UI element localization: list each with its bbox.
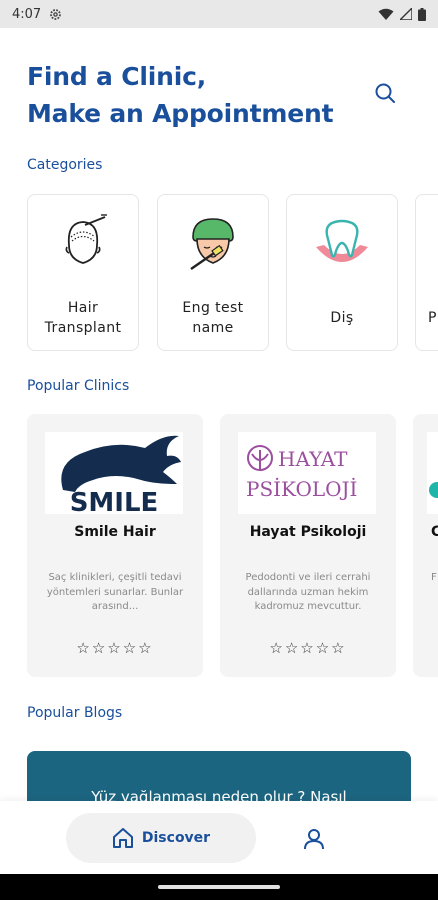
clinics-list[interactable]: SMILE Smile Hair Saç klinikleri, çeşitli… (27, 414, 438, 678)
clinic-logo-hayat-psikoloji: HAYAT PSİKOLOJİ (238, 432, 376, 514)
categories-heading: Categories (27, 157, 103, 173)
system-gesture-bar (0, 874, 438, 900)
clinic-name: Hayat Psikoloji (249, 524, 367, 540)
nav-discover-label: Discover (141, 830, 211, 846)
page-title-line-1: Find a Clinic, (27, 62, 206, 91)
smile-hair-logo: SMILE (61, 435, 181, 514)
clinic-description: Pedodonti ve ileri cerrahi dallarında uz… (245, 572, 371, 612)
status-bar: 4:07 (0, 0, 438, 28)
clinic-name: Smile Hair (74, 524, 156, 540)
signal-icon (400, 8, 412, 20)
clinic-card-smile-hair[interactable]: SMILE Smile Hair Saç klinikleri, çeşitli… (27, 414, 203, 677)
hayat-psikoloji-logo: HAYAT PSİKOLOJİ (246, 445, 357, 501)
rating-stars: ☆☆☆☆☆ (76, 639, 154, 657)
hair-transplant-icon (65, 214, 107, 264)
rating-stars: ☆☆☆☆☆ (269, 639, 347, 657)
category-label-line-1: Diş (330, 310, 354, 326)
hayat-logo-line-2: PSİKOLOJİ (246, 477, 357, 501)
category-label-line-1: Hair (67, 300, 99, 316)
clinic-logo-partial (427, 432, 438, 514)
category-label-line-1: Eng test (182, 300, 244, 316)
hayat-logo-line-1: HAYAT (278, 447, 348, 471)
nav-profile-button[interactable] (300, 825, 328, 853)
settings-gear-icon (50, 8, 62, 20)
category-partial[interactable]: P (415, 194, 438, 351)
clinic-logo-smile-hair: SMILE (45, 432, 183, 514)
category-label-line-1: P (428, 310, 437, 326)
search-button[interactable] (372, 80, 398, 106)
clinic-name: C (431, 524, 438, 540)
profile-icon (304, 829, 324, 850)
page-title-line-2: Make an Appointment (27, 99, 334, 128)
home-gesture-pill[interactable] (158, 885, 280, 889)
category-eng-test-name[interactable]: Eng test name (157, 194, 269, 351)
popular-clinics-heading: Popular Clinics (27, 378, 130, 394)
category-label-line-2: Transplant (44, 320, 122, 336)
categories-list[interactable]: Hair Transplant Eng test name Diş P (27, 194, 438, 352)
clinic-card-partial[interactable]: C F (413, 414, 438, 677)
battery-icon (418, 7, 426, 21)
home-icon (112, 828, 133, 848)
search-icon (375, 83, 395, 103)
tooth-icon (316, 219, 368, 262)
page-header: Find a Clinic, Make an Appointment (27, 58, 367, 132)
clinic-card-hayat-psikoloji[interactable]: HAYAT PSİKOLOJİ Hayat Psikoloji Pedodont… (220, 414, 396, 677)
bottom-navigation: Discover (0, 801, 438, 874)
category-dis[interactable]: Diş (286, 194, 398, 351)
smile-logo-text: SMILE (70, 488, 159, 514)
popular-blogs-heading: Popular Blogs (27, 705, 123, 721)
nav-discover-button[interactable]: Discover (66, 813, 256, 863)
category-label-line-2: name (192, 320, 234, 336)
category-hair-transplant[interactable]: Hair Transplant (27, 194, 139, 351)
status-time: 4:07 (12, 6, 42, 22)
clinic-description: F (431, 572, 437, 583)
face-treatment-icon (190, 218, 234, 270)
clinic-description: Saç klinikleri, çeşitli tedavi yöntemler… (46, 572, 184, 612)
wifi-icon (378, 8, 394, 20)
